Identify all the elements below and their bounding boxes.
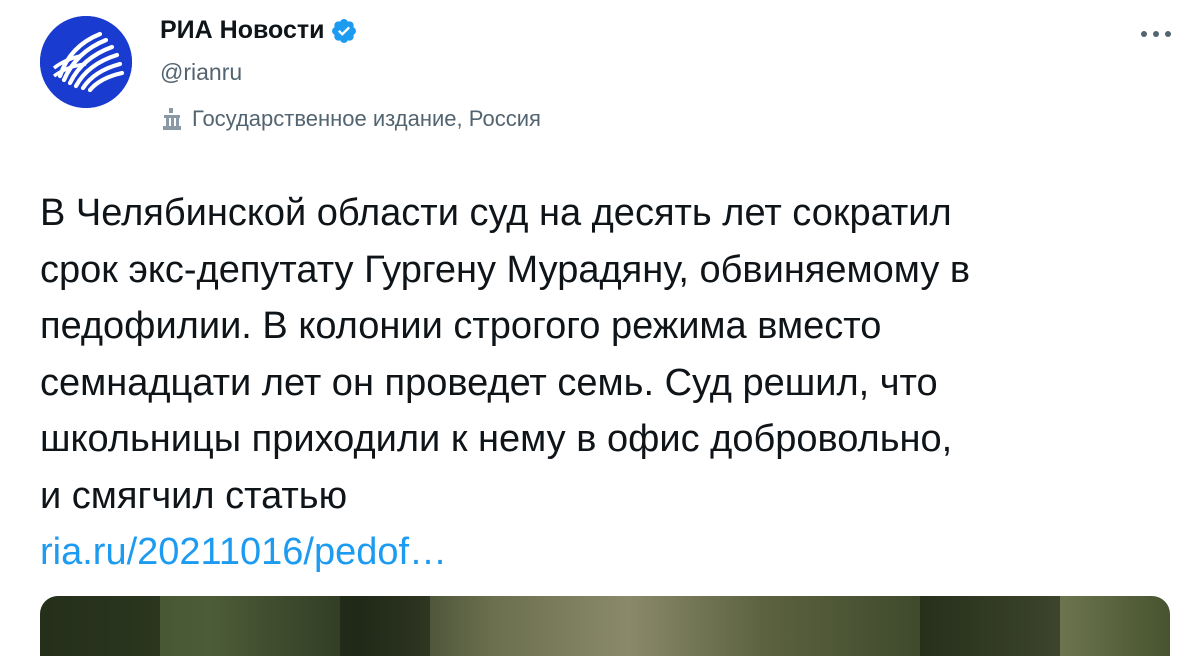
tweet-text-line: школьницы приходили к нему в офис добров… — [40, 418, 953, 460]
tweet-text-line: и смягчил статью — [40, 474, 348, 517]
tweet-card: РИА Новости @rianru Государственное изда… — [0, 0, 1200, 656]
tweet-text-line: педофилии. В колонии строгого режима вме… — [40, 305, 882, 347]
state-media-icon — [160, 106, 184, 132]
handle[interactable]: @rianru — [160, 59, 242, 86]
verified-badge-icon — [330, 17, 358, 45]
ria-logo-icon — [40, 16, 132, 108]
avatar[interactable] — [40, 16, 132, 108]
account-label-text: Государственное издание, Россия — [192, 106, 541, 131]
account-label[interactable]: Государственное издание, Россия — [160, 106, 541, 132]
tweet-text-line: семнадцати лет он проведет семь. Суд реш… — [40, 361, 938, 404]
media-image[interactable] — [40, 596, 1170, 656]
display-name[interactable]: РИА Новости — [160, 16, 324, 45]
name-row: РИА Новости — [160, 16, 358, 45]
tweet-text-line: срок экс-депутату Гургену Мурадяну, обви… — [40, 248, 971, 291]
tweet-link[interactable]: ria.ru/20211016/pedof… — [40, 524, 1170, 581]
tweet-text: В Челябинской области суд на десять лет … — [40, 185, 1170, 581]
more-options-icon[interactable] — [1138, 20, 1174, 48]
tweet-text-line: В Челябинской области суд на десять лет … — [40, 192, 952, 234]
